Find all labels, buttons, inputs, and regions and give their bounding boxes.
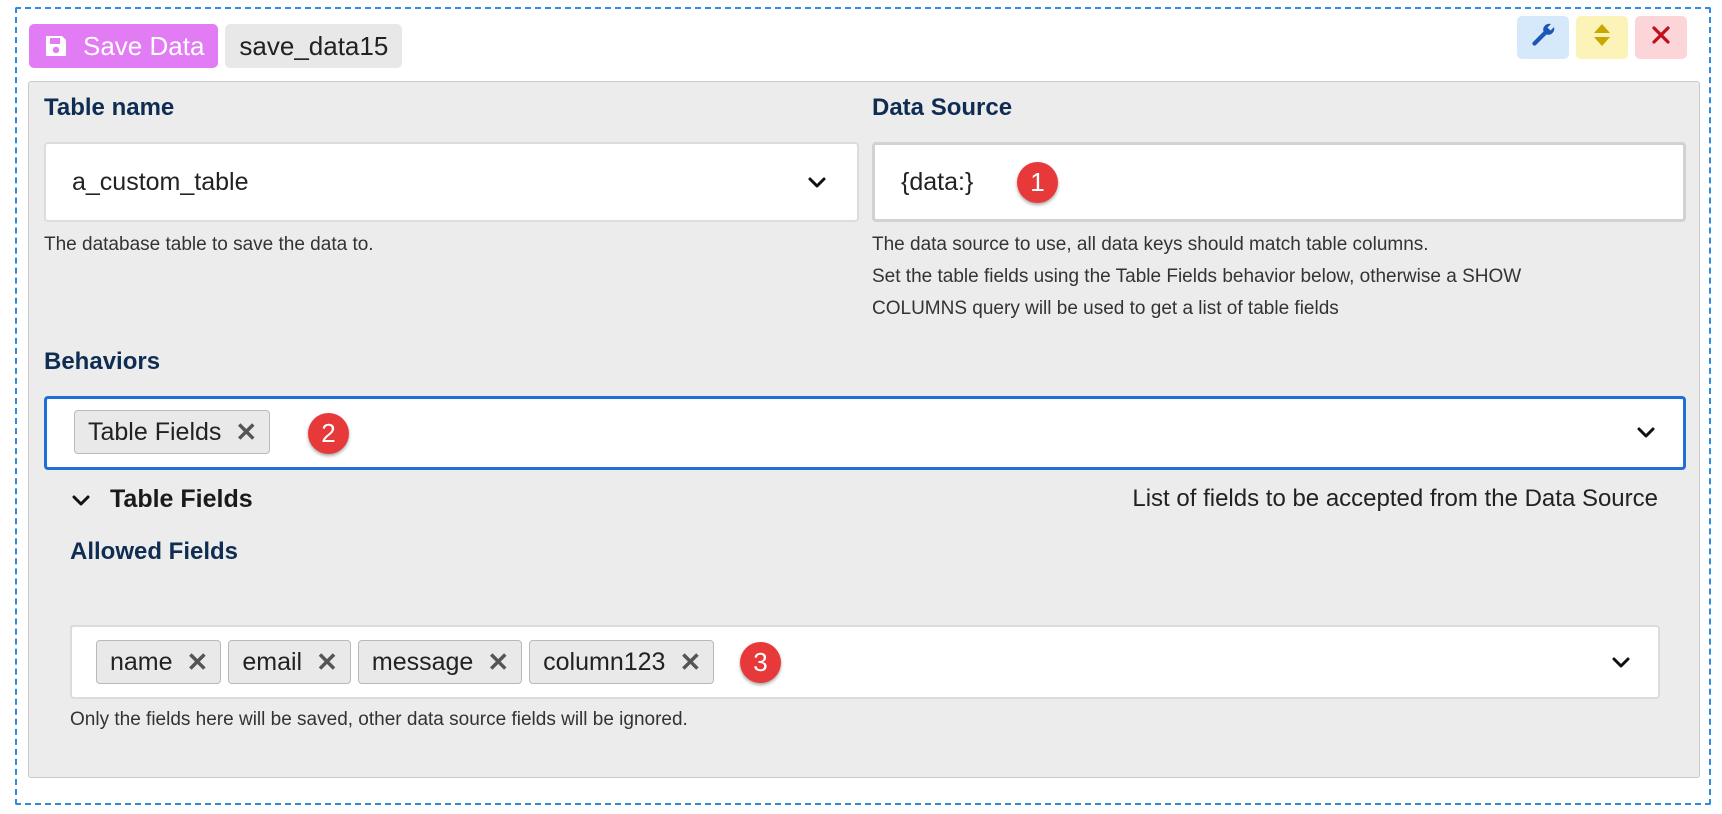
behaviors-label: Behaviors bbox=[44, 348, 161, 375]
field-chip: message ✕ bbox=[357, 640, 523, 684]
allowed-fields-help: Only the fields here will be saved, othe… bbox=[70, 709, 688, 730]
settings-panel: Table name a_custom_table The database t… bbox=[28, 81, 1700, 778]
close-button[interactable] bbox=[1635, 16, 1687, 59]
allowed-fields-chip-list: name ✕ email ✕ message ✕ column123 ✕ bbox=[96, 640, 715, 684]
remove-chip-icon[interactable]: ✕ bbox=[235, 419, 257, 445]
behavior-chip: Table Fields ✕ bbox=[74, 410, 271, 454]
annotation-badge-3: 3 bbox=[740, 642, 781, 683]
save-data-label: Save Data bbox=[83, 30, 205, 61]
remove-chip-icon[interactable]: ✕ bbox=[679, 649, 701, 675]
data-source-value: {data:} bbox=[901, 167, 974, 196]
sort-icon bbox=[1592, 21, 1612, 54]
remove-chip-icon[interactable]: ✕ bbox=[316, 649, 338, 675]
table-fields-description: List of fields to be accepted from the D… bbox=[1132, 485, 1658, 512]
block-header: Save Data save_data15 bbox=[29, 24, 403, 68]
remove-chip-icon[interactable]: ✕ bbox=[487, 649, 509, 675]
wrench-icon bbox=[1529, 21, 1557, 54]
data-source-help-line: COLUMNS query will be used to get a list… bbox=[872, 298, 1339, 319]
chevron-down-icon bbox=[1637, 427, 1655, 438]
save-data-button[interactable]: Save Data bbox=[29, 24, 219, 68]
table-name-help: The database table to save the data to. bbox=[44, 234, 374, 255]
field-chip: email ✕ bbox=[228, 640, 351, 684]
close-icon bbox=[1650, 24, 1672, 51]
field-chip: column123 ✕ bbox=[529, 640, 715, 684]
chip-label: Table Fields bbox=[88, 417, 222, 446]
table-name-select[interactable]: a_custom_table bbox=[44, 142, 859, 222]
field-chip: name ✕ bbox=[96, 640, 222, 684]
collapse-chevron-icon[interactable] bbox=[71, 494, 91, 508]
chevron-down-icon bbox=[1612, 657, 1630, 668]
block-id-tag: save_data15 bbox=[225, 24, 403, 68]
allowed-fields-label: Allowed Fields bbox=[70, 538, 239, 565]
chip-label: email bbox=[242, 647, 303, 676]
data-source-help-line: The data source to use, all data keys sh… bbox=[872, 234, 1429, 255]
allowed-fields-select[interactable]: name ✕ email ✕ message ✕ column123 ✕ bbox=[70, 625, 1660, 699]
chip-label: message bbox=[371, 647, 474, 676]
annotation-badge-2: 2 bbox=[308, 413, 349, 454]
table-fields-title[interactable]: Table Fields bbox=[110, 485, 253, 514]
data-source-input[interactable]: {data:} bbox=[872, 142, 1686, 222]
table-name-label: Table name bbox=[44, 94, 175, 121]
data-source-help-line: Set the table fields using the Table Fie… bbox=[872, 266, 1522, 287]
data-source-help: The data source to use, all data keys sh… bbox=[872, 229, 1521, 325]
chip-label: column123 bbox=[543, 647, 666, 676]
table-name-value: a_custom_table bbox=[72, 167, 249, 196]
remove-chip-icon[interactable]: ✕ bbox=[187, 649, 209, 675]
move-button[interactable] bbox=[1576, 16, 1628, 59]
settings-button[interactable] bbox=[1517, 16, 1569, 59]
data-source-label: Data Source bbox=[872, 94, 1013, 121]
chip-label: name bbox=[110, 647, 173, 676]
behaviors-chip-list: Table Fields ✕ bbox=[74, 410, 271, 454]
block-toolbar bbox=[1517, 16, 1687, 59]
behaviors-select[interactable]: Table Fields ✕ bbox=[44, 396, 1686, 470]
chevron-down-icon bbox=[808, 177, 826, 188]
annotation-badge-1: 1 bbox=[1017, 162, 1058, 203]
floppy-disk-icon bbox=[43, 33, 69, 59]
